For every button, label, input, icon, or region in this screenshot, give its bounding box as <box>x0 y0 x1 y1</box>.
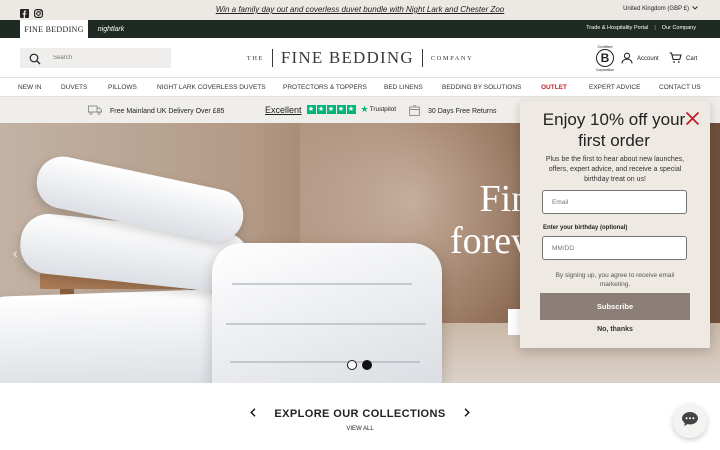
duvet-image <box>212 243 442 383</box>
duvet-stitch <box>230 361 420 363</box>
promo-link[interactable]: Win a family day out and coverless duvet… <box>216 5 505 14</box>
search-bar[interactable] <box>20 48 171 68</box>
nav-item-night-lark[interactable]: NIGHT LARK COVERLESS DUVETS <box>157 84 266 91</box>
search-icon[interactable] <box>29 52 41 65</box>
trustpilot-rating-word: Excellent <box>265 104 302 115</box>
chat-icon <box>681 411 699 432</box>
nav-item-duvets[interactable]: DUVETS <box>61 84 87 91</box>
hero-headline-line: Fin <box>479 178 531 220</box>
chevron-left-icon[interactable]: ‹ <box>13 245 18 261</box>
duvet-stitch <box>226 323 426 325</box>
usp-returns: 30 Days Free Returns <box>409 105 496 118</box>
account-label: Account <box>637 56 659 62</box>
divider: | <box>654 25 656 31</box>
locale-selector[interactable]: United Kingdom (GBP £) <box>623 6 698 12</box>
account-link[interactable]: Account <box>621 52 659 66</box>
collections-section: EXPLORE OUR COLLECTIONS VIEW ALL <box>0 383 720 450</box>
our-company-link[interactable]: Our Company <box>662 25 696 31</box>
view-all-label: VIEW ALL <box>346 426 374 432</box>
logo-divider <box>271 49 273 67</box>
bcorp-top-text: Certified <box>597 44 613 49</box>
usp-returns-text: 30 Days Free Returns <box>428 108 497 115</box>
cart-label: Cart <box>686 56 698 62</box>
consent-text: By signing up, you agree to receive emai… <box>555 272 675 288</box>
nav-item-expert-advice[interactable]: EXPERT ADVICE <box>589 84 640 91</box>
pillow-image <box>0 288 232 383</box>
logo-divider <box>421 49 423 67</box>
locale-label: United Kingdom (GBP £) <box>623 6 689 12</box>
nav-item-bedding-by-solutions[interactable]: BEDDING BY SOLUTIONS <box>442 84 521 91</box>
site-header: THE FINE BEDDING COMPANY Certified B Cor… <box>0 38 720 78</box>
subscribe-button[interactable]: Subscribe <box>540 293 690 320</box>
cart-icon <box>669 52 682 66</box>
cart-link[interactable]: Cart <box>669 52 697 66</box>
nav-item-contact-us[interactable]: CONTACT US <box>659 84 701 91</box>
email-field[interactable] <box>542 190 687 214</box>
brand-tab-nightlark[interactable]: nightlark <box>90 20 132 38</box>
nav-item-pillows[interactable]: PILLOWS <box>108 84 137 91</box>
star-icon: ★ <box>306 105 316 114</box>
hero-headline: Fin forev <box>450 178 530 262</box>
chevron-right-icon[interactable] <box>464 408 470 420</box>
popup-title: Enjoy 10% off your first order <box>542 110 686 150</box>
trade-portal-link[interactable]: Trade & Hospitality Portal <box>586 25 648 31</box>
main-navigation: NEW IN DUVETS PILLOWS NIGHT LARK COVERLE… <box>0 78 720 97</box>
star-icon: ★ <box>336 105 346 114</box>
bcorp-logo: B <box>596 49 614 67</box>
bcorp-bottom-text: Corporation <box>595 68 615 72</box>
b-corp-badge: Certified B Corporation <box>594 44 616 74</box>
brand-tab-fine-bedding[interactable]: FINE BEDDING <box>20 20 88 38</box>
collections-header: EXPLORE OUR COLLECTIONS <box>250 408 470 420</box>
user-icon <box>621 52 633 66</box>
no-thanks-button[interactable]: No, thanks <box>520 326 710 333</box>
trustpilot-logo: ★ Trustpilot <box>361 104 397 115</box>
search-input[interactable] <box>53 55 163 61</box>
top-links: Trade & Hospitality Portal | Our Company <box>586 25 696 31</box>
brand-tab-label: nightlark <box>97 25 125 33</box>
delivery-truck-icon <box>88 105 102 117</box>
nav-item-new-in[interactable]: NEW IN <box>18 84 41 91</box>
logo-name: FINE BEDDING <box>280 48 414 67</box>
trustpilot-star-icon: ★ <box>360 104 369 114</box>
site-logo[interactable]: THE FINE BEDDING COMPANY <box>233 47 487 69</box>
chat-button[interactable] <box>673 404 707 438</box>
star-icon: ★ <box>316 105 326 114</box>
usp-delivery-text: Free Mainland UK Delivery Over £85 <box>110 107 225 115</box>
brand-switcher-bar: FINE BEDDING nightlark Trade & Hospitali… <box>0 20 720 38</box>
nav-item-bed-linens[interactable]: BED LINENS <box>384 84 423 91</box>
birthday-field[interactable] <box>542 236 687 260</box>
signup-popup: Enjoy 10% off your first order Plus be t… <box>520 101 710 348</box>
duvet-stitch <box>232 283 412 285</box>
carousel-dots <box>347 360 372 370</box>
nav-item-protectors-toppers[interactable]: PROTECTORS & TOPPERS <box>283 84 367 91</box>
birthday-label: Enter your birthday (optional) <box>543 225 628 231</box>
brand-tab-label: FINE BEDDING <box>24 24 84 34</box>
logo-company: COMPANY <box>430 54 474 62</box>
star-icon: ★ <box>346 105 356 114</box>
promo-banner[interactable]: Win a family day out and coverless duvet… <box>0 5 720 14</box>
star-icon: ★ <box>326 105 336 114</box>
hero-headline-line: forev <box>450 220 531 262</box>
carousel-dot-active[interactable] <box>362 360 372 370</box>
view-all-link[interactable]: VIEW ALL <box>0 426 720 432</box>
trustpilot-widget[interactable]: Excellent ★ ★ ★ ★ ★ ★ Trustpilot <box>265 104 396 115</box>
logo-the: THE <box>246 54 264 62</box>
carousel-dot[interactable] <box>347 360 357 370</box>
trustpilot-label: Trustpilot <box>369 106 397 113</box>
chevron-left-icon[interactable] <box>250 408 256 420</box>
announcement-bar: Win a family day out and coverless duvet… <box>0 0 720 20</box>
trustpilot-stars: ★ ★ ★ ★ ★ <box>306 105 356 114</box>
returns-box-icon <box>409 105 420 118</box>
usp-delivery: Free Mainland UK Delivery Over £85 <box>88 105 224 117</box>
popup-description: Plus be the first to hear about new laun… <box>545 156 685 183</box>
chevron-down-icon <box>692 6 698 12</box>
nav-item-outlet[interactable]: OUTLET <box>541 84 567 91</box>
collections-title: EXPLORE OUR COLLECTIONS <box>274 408 446 420</box>
